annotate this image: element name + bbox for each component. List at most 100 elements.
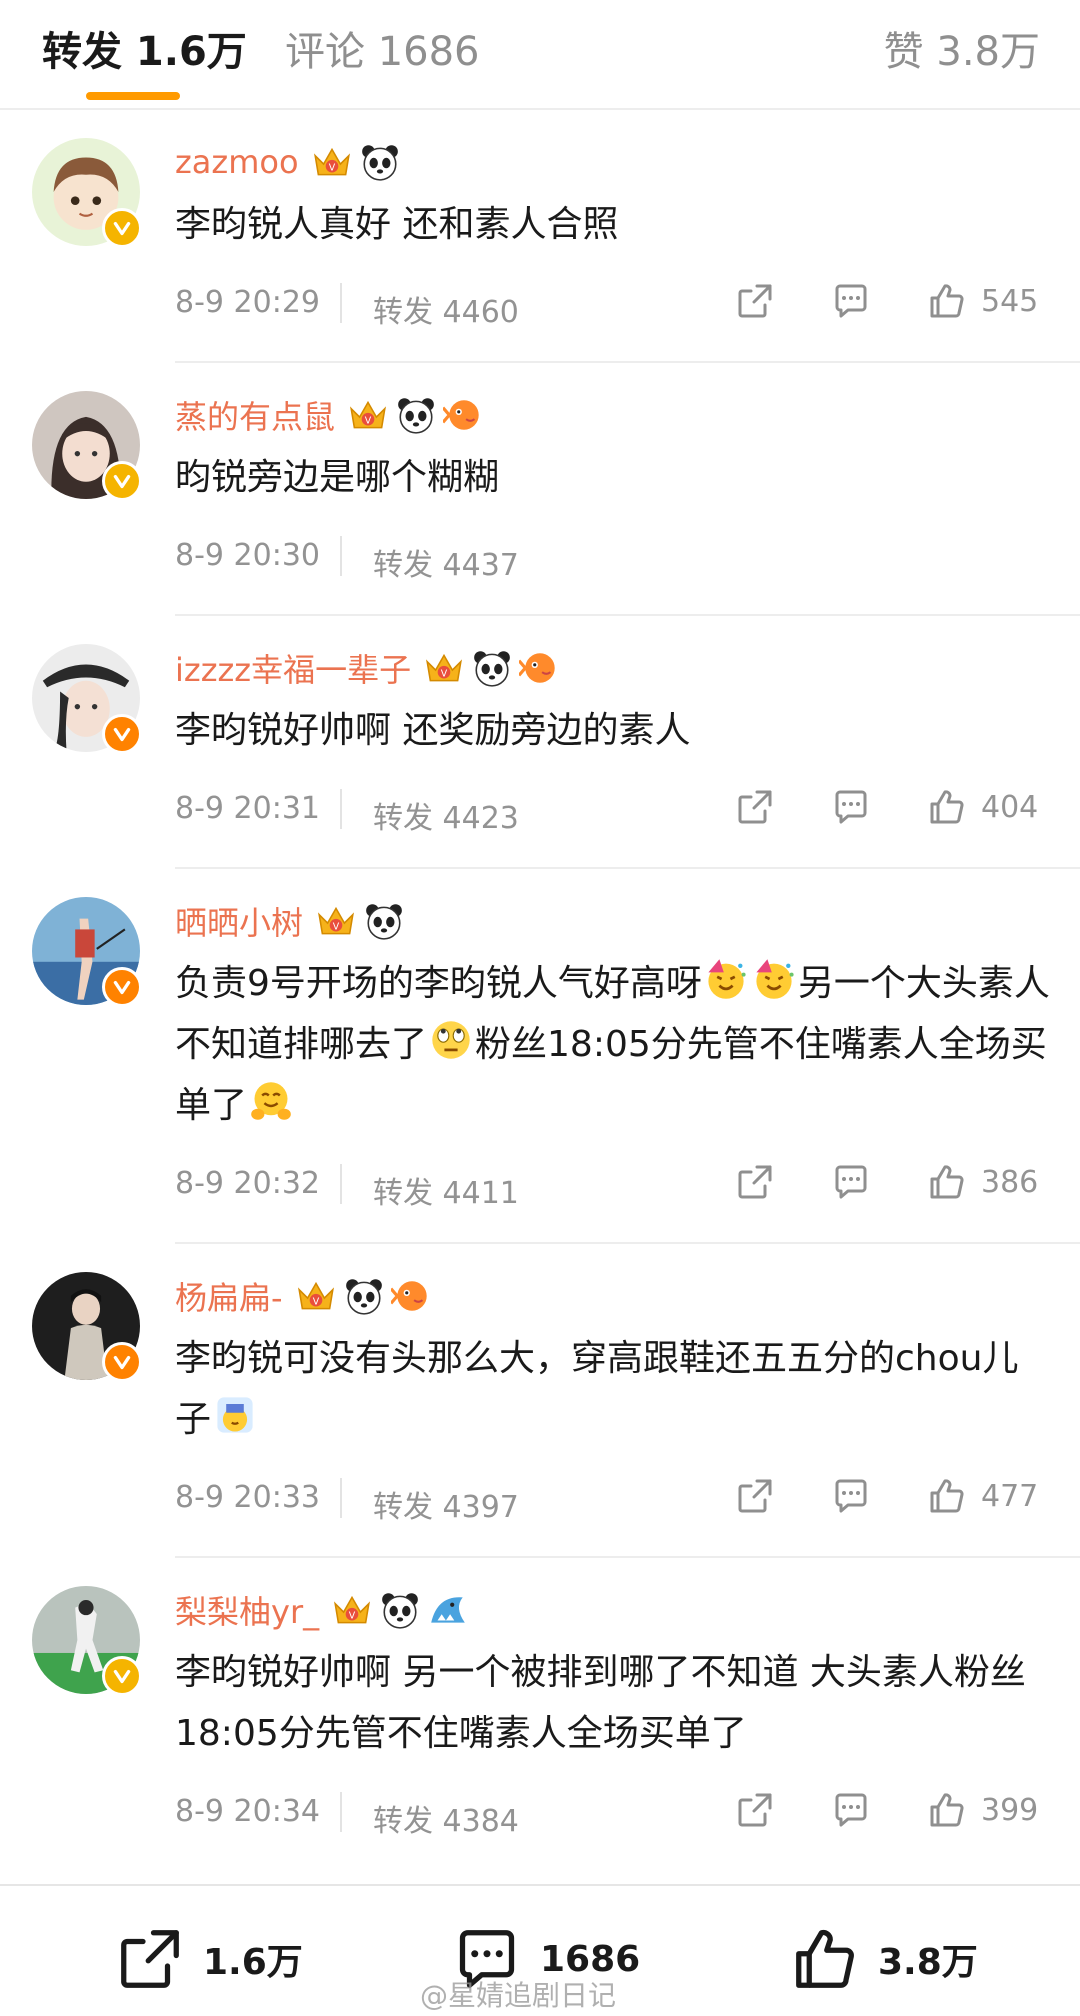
facepalm-emoji-icon (213, 1393, 257, 1437)
comment-button[interactable] (831, 1790, 871, 1830)
comment-time: 8-9 20:30 (175, 538, 320, 573)
tab-repost[interactable]: 转发 1.6万 (42, 24, 247, 80)
comment-item: 蒸的有点鼠 昀锐旁边是哪个糊糊 8-9 20:30 转发 4437 (32, 361, 1080, 614)
bottom-action-bar: 1.6万 1686 3.8万 @星婧追剧日记 (0, 1884, 1080, 2016)
comment-time: 8-9 20:32 (175, 1166, 320, 1201)
verified-badge-icon (102, 1342, 142, 1382)
like-button[interactable]: 477 (927, 1476, 1038, 1516)
panda-badge-icon (363, 900, 405, 942)
tab-like[interactable]: 赞 3.8万 (884, 24, 1040, 80)
eye-roll-emoji-icon (429, 1018, 473, 1062)
party-face-emoji-icon (752, 957, 796, 1001)
comment-item: 晒晒小树 负责9号开场的李昀锐人气好高呀 另一个大头素人不知道排哪去了 粉丝18:0… (32, 867, 1080, 1242)
username[interactable]: izzzz幸福一辈子 (175, 645, 411, 691)
thumbs-up-icon (927, 787, 967, 827)
comment-item: 梨梨柚yr_ 李昀锐好帅啊 另一个被排到哪了不知道 大头素人粉丝18:05分先管… (32, 1556, 1080, 1870)
crown-badge-icon (331, 1589, 373, 1631)
like-count: 386 (981, 1164, 1039, 1200)
like-button[interactable]: 3.8万 (790, 1924, 978, 1994)
tab-comment[interactable]: 评论 1686 (285, 24, 480, 80)
thumbs-up-icon (927, 1162, 967, 1202)
repost-count: 转发 4437 (373, 548, 519, 583)
crown-badge-icon (423, 647, 465, 689)
panda-badge-icon (471, 647, 513, 689)
watermark: @星婧追剧日记 (420, 1979, 617, 2012)
thumbs-up-icon (927, 281, 967, 321)
active-tab-indicator (86, 92, 180, 100)
like-button[interactable]: 399 (927, 1790, 1038, 1830)
comment-text: 李昀锐好帅啊 还奖励旁边的素人 (175, 710, 691, 751)
share-button[interactable] (735, 787, 775, 827)
divider (340, 1164, 342, 1204)
comment-button[interactable] (831, 1162, 871, 1202)
like-total: 3.8万 (878, 1942, 978, 1983)
comment-icon (831, 1790, 871, 1830)
crown-badge-icon (295, 1275, 337, 1317)
username[interactable]: 晒晒小树 (175, 898, 303, 944)
repost-count: 转发 4411 (373, 1176, 519, 1211)
comment-button[interactable] (831, 1476, 871, 1516)
comment-text: 昀锐旁边是哪个糊糊 (175, 457, 500, 498)
comment-icon (831, 787, 871, 827)
divider (340, 1478, 342, 1518)
comment-icon (831, 281, 871, 321)
like-button[interactable]: 404 (927, 787, 1038, 827)
verified-badge-icon (102, 208, 142, 248)
tab-bar: 转发 1.6万 评论 1686 赞 3.8万 (0, 0, 1080, 110)
verified-badge-icon (102, 967, 142, 1007)
crown-badge-icon (315, 900, 357, 942)
comment-list: zazmoo 李昀锐人真好 还和素人合照 8-9 20:29 转发 4460 5… (0, 110, 1080, 1870)
fish-badge-icon (519, 647, 561, 689)
share-icon (735, 1476, 775, 1516)
share-icon (735, 787, 775, 827)
like-count: 404 (981, 789, 1039, 825)
comment-button[interactable] (831, 281, 871, 321)
crown-badge-icon (311, 141, 353, 183)
panda-badge-icon (359, 141, 401, 183)
verified-badge-icon (102, 1656, 142, 1696)
comment-time: 8-9 20:31 (175, 791, 320, 826)
panda-badge-icon (395, 394, 437, 436)
username[interactable]: 蒸的有点鼠 (175, 392, 335, 438)
verified-badge-icon (102, 714, 142, 754)
share-button[interactable] (735, 1162, 775, 1202)
divider (340, 536, 342, 576)
comment-text: 负责9号开场的李昀锐人气好高呀 另一个大头素人不知道排哪去了 粉丝18:05分先管不… (175, 953, 1050, 1136)
username[interactable]: 梨梨柚yr_ (175, 1587, 319, 1633)
like-button[interactable]: 386 (927, 1162, 1038, 1202)
comment-text-part: 负责9号开场的李昀锐人气好高呀 (175, 963, 702, 1004)
comment-icon (831, 1476, 871, 1516)
thumbs-up-icon (790, 1924, 860, 1994)
comment-time: 8-9 20:33 (175, 1480, 320, 1515)
comment-icon (831, 1162, 871, 1202)
fish-badge-icon (443, 394, 485, 436)
like-button[interactable]: 545 (927, 281, 1038, 321)
comment-item: zazmoo 李昀锐人真好 还和素人合照 8-9 20:29 转发 4460 5… (0, 110, 1080, 361)
comment-item: 杨扁扁- 李昀锐可没有头那么大，穿高跟鞋还五五分的chou儿子 8-9 20:3… (32, 1242, 1080, 1556)
share-button[interactable] (735, 1476, 775, 1516)
share-icon (735, 1162, 775, 1202)
repost-button[interactable]: 1.6万 (115, 1924, 303, 1994)
like-count: 399 (981, 1792, 1039, 1828)
panda-badge-icon (379, 1589, 421, 1631)
repost-total: 1.6万 (203, 1942, 303, 1983)
comment-text: 李昀锐可没有头那么大，穿高跟鞋还五五分的chou儿子 (175, 1328, 1050, 1450)
party-face-emoji-icon (704, 957, 748, 1001)
comment-item: izzzz幸福一辈子 李昀锐好帅啊 还奖励旁边的素人 8-9 20:31 转发 … (32, 614, 1080, 867)
share-icon (735, 1790, 775, 1830)
comment-button[interactable] (831, 787, 871, 827)
verified-badge-icon (102, 461, 142, 501)
share-button[interactable] (735, 1790, 775, 1830)
share-button[interactable] (735, 281, 775, 321)
like-count: 545 (981, 283, 1039, 319)
comment-text: 李昀锐人真好 还和素人合照 (175, 204, 619, 245)
thumbs-up-icon (927, 1476, 967, 1516)
username[interactable]: zazmoo (175, 143, 299, 181)
username[interactable]: 杨扁扁- (175, 1273, 283, 1319)
divider (340, 789, 342, 829)
comment-time: 8-9 20:34 (175, 1794, 320, 1829)
crown-badge-icon (347, 394, 389, 436)
share-icon (735, 281, 775, 321)
comment-time: 8-9 20:29 (175, 285, 320, 320)
shark-badge-icon (427, 1589, 469, 1631)
